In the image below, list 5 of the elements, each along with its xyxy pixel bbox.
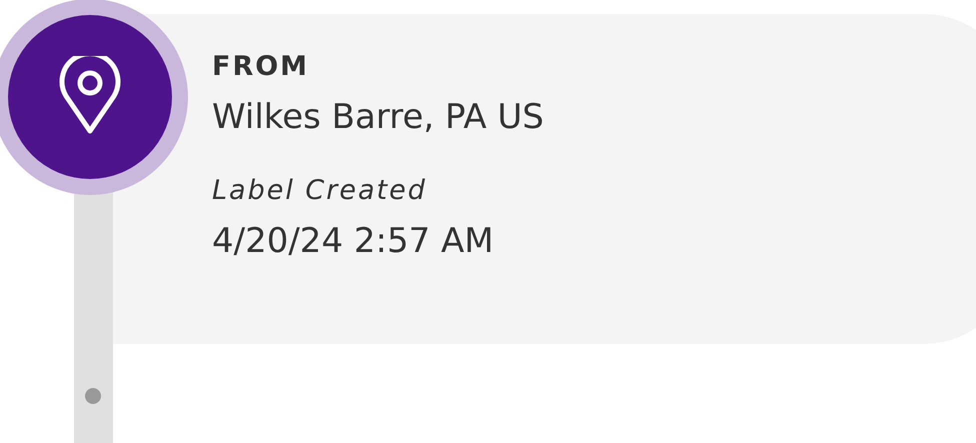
from-label: FROM bbox=[212, 50, 310, 84]
event-datetime: 4/20/24 2:57 AM bbox=[212, 220, 495, 263]
event-status: Label Created bbox=[212, 174, 428, 208]
origin-location: Wilkes Barre, PA US bbox=[212, 96, 545, 139]
map-pin-icon bbox=[57, 56, 123, 134]
